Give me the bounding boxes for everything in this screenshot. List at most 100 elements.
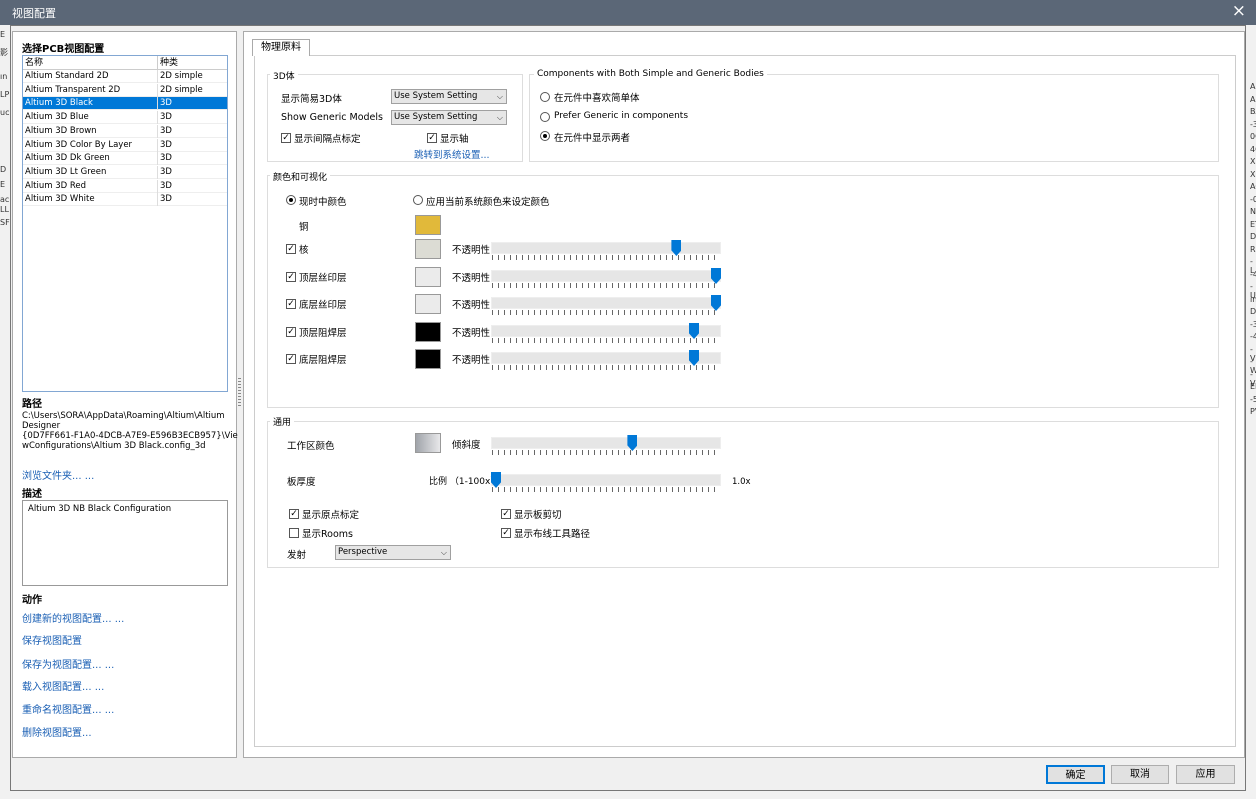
axis-label: 显示轴 bbox=[440, 134, 469, 145]
layer-checkbox[interactable]: ✓ bbox=[286, 354, 296, 364]
background-char: A bbox=[1250, 82, 1256, 91]
layer-color-swatch[interactable] bbox=[415, 349, 441, 369]
background-char: -3 bbox=[1250, 319, 1256, 329]
list-item[interactable]: Altium Transparent 2D 2D simple bbox=[23, 83, 227, 97]
thickness-slider-track[interactable] bbox=[491, 474, 721, 486]
origin-checkbox[interactable]: ✓ bbox=[289, 509, 299, 519]
opacity-slider-ticks bbox=[492, 365, 720, 370]
list-item-name: Altium 3D White bbox=[25, 194, 95, 205]
background-char: AC bbox=[1250, 182, 1256, 191]
view-config-list[interactable]: 名称 种类 Altium Standard 2D 2D simple Altium … bbox=[22, 55, 228, 392]
col-name-header[interactable]: 名称 bbox=[25, 56, 43, 70]
list-item[interactable]: Altium 3D White 3D bbox=[23, 193, 227, 207]
list-item[interactable]: Altium 3D Blue 3D bbox=[23, 111, 227, 125]
axis-checkbox[interactable]: ✓ bbox=[427, 133, 437, 143]
radio-show-both[interactable] bbox=[540, 131, 550, 141]
list-item-name: Altium 3D Brown bbox=[25, 125, 97, 136]
radio-current-color[interactable] bbox=[286, 195, 296, 205]
layer-color-swatch[interactable] bbox=[415, 239, 441, 259]
background-char: EM bbox=[1250, 382, 1256, 391]
opacity-slider-track[interactable] bbox=[491, 242, 721, 254]
col-type-header[interactable]: 种类 bbox=[157, 56, 178, 70]
gradient-slider-track[interactable] bbox=[491, 437, 721, 449]
description-box[interactable]: Altium 3D NB Black Configuration bbox=[22, 500, 228, 586]
list-item[interactable]: Altium 3D Lt Green 3D bbox=[23, 165, 227, 179]
list-item[interactable]: Altium 3D Dk Green 3D bbox=[23, 152, 227, 166]
copper-color-swatch[interactable] bbox=[415, 215, 441, 235]
delete-config-link[interactable]: 删除视图配置... bbox=[22, 724, 92, 739]
close-icon[interactable]: × bbox=[1232, 2, 1246, 20]
browse-folder-link[interactable]: 浏览文件夹... ... bbox=[22, 467, 94, 482]
interval-label: 显示间隔点标定 bbox=[294, 134, 361, 145]
opacity-slider-ticks bbox=[492, 338, 720, 343]
opacity-label: 不透明性 bbox=[452, 273, 491, 284]
layer-color-swatch[interactable] bbox=[415, 294, 441, 314]
background-char: LP bbox=[0, 90, 10, 99]
prefer-generic-label: Prefer Generic in components bbox=[554, 111, 689, 121]
projection-value: Perspective bbox=[338, 547, 388, 557]
thickness-label: 板厚度 bbox=[287, 477, 316, 488]
list-item[interactable]: Altium 3D Color By Layer 3D bbox=[23, 138, 227, 152]
save-config-link[interactable]: 保存视图配置 bbox=[22, 632, 82, 647]
save-as-config-link[interactable]: 保存为视图配置... ... bbox=[22, 656, 114, 671]
background-char: BA bbox=[1250, 107, 1256, 116]
select-header: 选择PCB视图配置 bbox=[22, 44, 105, 55]
board-cut-checkbox[interactable]: ✓ bbox=[501, 509, 511, 519]
list-item-type: 3D bbox=[157, 193, 172, 207]
background-char: uc bbox=[0, 108, 10, 117]
opacity-slider-ticks bbox=[492, 283, 720, 288]
apply-button[interactable]: 应用 bbox=[1176, 765, 1235, 784]
layer-checkbox[interactable]: ✓ bbox=[286, 244, 296, 254]
cancel-button[interactable]: 取消 bbox=[1111, 765, 1169, 784]
system-settings-link[interactable]: 跳转到系统设置... bbox=[414, 147, 490, 161]
opacity-slider-track[interactable] bbox=[491, 352, 721, 364]
layer-checkbox[interactable]: ✓ bbox=[286, 299, 296, 309]
background-char: AA bbox=[1250, 94, 1256, 104]
list-item[interactable]: Altium Standard 2D 2D simple bbox=[23, 70, 227, 83]
rooms-checkbox[interactable] bbox=[289, 528, 299, 538]
opacity-slider-track[interactable] bbox=[491, 270, 721, 282]
background-char: in bbox=[1250, 294, 1256, 304]
layer-checkbox[interactable]: ✓ bbox=[286, 327, 296, 337]
list-item[interactable]: Altium 3D Black 3D bbox=[23, 97, 227, 111]
simple-3d-value: Use System Setting bbox=[394, 91, 478, 101]
opacity-slider-ticks bbox=[492, 310, 720, 315]
generic-models-combo[interactable]: Use System Setting ⌵ bbox=[391, 110, 507, 125]
radio-prefer-simple[interactable] bbox=[540, 92, 550, 102]
splitter-handle[interactable] bbox=[238, 378, 241, 406]
list-item[interactable]: Altium 3D Brown 3D bbox=[23, 124, 227, 138]
list-item-type: 3D bbox=[157, 97, 172, 111]
radio-prefer-generic[interactable] bbox=[540, 112, 550, 122]
layer-name: 底层阻焊层 bbox=[299, 355, 347, 366]
layer-checkbox[interactable]: ✓ bbox=[286, 272, 296, 282]
background-char: ac bbox=[0, 195, 10, 204]
projection-combo[interactable]: Perspective ⌵ bbox=[335, 545, 451, 560]
list-header: 名称 种类 bbox=[23, 56, 227, 70]
create-config-link[interactable]: 创建新的视图配置... ... bbox=[22, 610, 124, 625]
tab-physical-materials[interactable]: 物理原料 bbox=[252, 39, 310, 56]
chevron-down-icon: ⌵ bbox=[496, 113, 503, 122]
title-bar: 视图配置 × bbox=[0, 0, 1256, 25]
layer-color-swatch[interactable] bbox=[415, 267, 441, 287]
rename-config-link[interactable]: 重命名视图配置... ... bbox=[22, 701, 114, 716]
radio-system-color[interactable] bbox=[413, 195, 423, 205]
ratio-label: 比例 （1-100x） bbox=[429, 477, 500, 487]
ok-button[interactable]: 确定 bbox=[1046, 765, 1105, 784]
background-char: D bbox=[0, 165, 7, 174]
list-item-type: 2D simple bbox=[157, 70, 203, 83]
interval-checkbox[interactable]: ✓ bbox=[281, 133, 291, 143]
rooms-label: 显示Rooms bbox=[302, 529, 354, 540]
background-char: -4 bbox=[1250, 332, 1256, 341]
opacity-slider-track[interactable] bbox=[491, 297, 721, 309]
chevron-down-icon: ⌵ bbox=[440, 548, 447, 557]
load-config-link[interactable]: 载入视图配置... ... bbox=[22, 678, 104, 693]
actions-header: 动作 bbox=[22, 595, 42, 606]
list-item[interactable]: Altium 3D Red 3D bbox=[23, 179, 227, 193]
opacity-slider-track[interactable] bbox=[491, 325, 721, 337]
workspace-color-swatch[interactable] bbox=[415, 433, 441, 453]
route-path-checkbox[interactable]: ✓ bbox=[501, 528, 511, 538]
background-char: 0C bbox=[1250, 132, 1256, 141]
layer-color-swatch[interactable] bbox=[415, 322, 441, 342]
path-line: C:\Users\SORA\AppData\Roaming\Altium\Alt… bbox=[22, 411, 225, 421]
simple-3d-combo[interactable]: Use System Setting ⌵ bbox=[391, 89, 507, 104]
